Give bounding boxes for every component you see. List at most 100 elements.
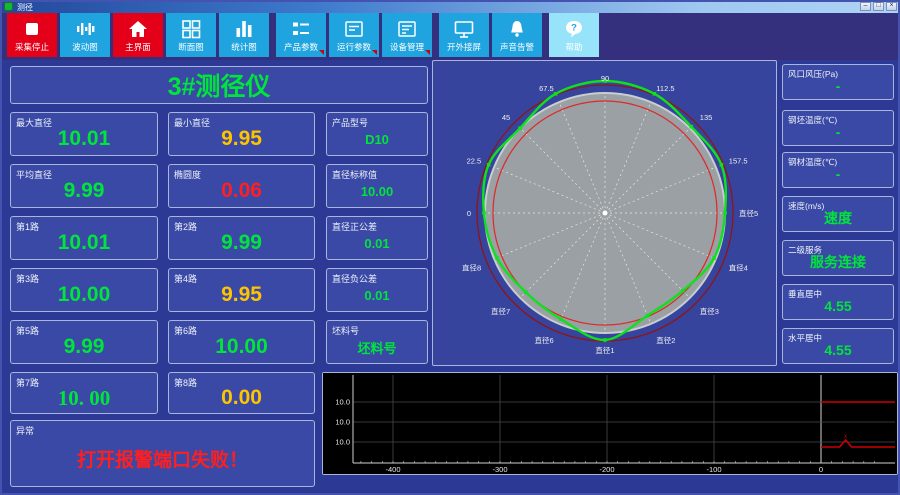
metric-cell-1-6: 第7路 10. 00 (10, 372, 158, 414)
toolbar-button-label: 采集停止 (14, 42, 49, 52)
waveform-icon (60, 17, 110, 41)
polar-angle-label: 直径2 (656, 335, 675, 345)
cross-section-chart-panel: 0 22.5 45 67.5 90 112.5 135 157.5 直径5 直径4 直径3 直径2 直径… (432, 60, 777, 366)
dropdown-caret-icon (319, 50, 324, 55)
polar-angle-label: 22.5 (467, 157, 482, 166)
toolbar-button-screen[interactable]: 开外接屏 (439, 13, 489, 57)
polar-angle-label: 直径7 (491, 306, 510, 316)
metric-value: 坯料号 (357, 340, 397, 356)
toolbar-button-stop[interactable]: 采集停止 (7, 13, 57, 57)
trend-spike-marker: x (844, 434, 847, 440)
trend-chart-panel: 10.0 10.0 10.0 -400 -300 -200 -100 0 x (322, 372, 898, 475)
metric-value: 0.01 (364, 235, 390, 251)
metric-value: 10.00 (360, 183, 394, 199)
metric-value: 9.99 (63, 179, 105, 202)
metric-cell-2-1: 最小直径 9.95 (168, 112, 315, 156)
polar-angle-label: 直径6 (535, 335, 554, 345)
svg-text:?: ? (571, 23, 577, 34)
polar-angle-label: 直径1 (595, 345, 614, 355)
metric-value: 10.01 (57, 231, 111, 254)
metric-cell-1-2: 平均直径 9.99 (10, 164, 158, 208)
polar-angle-label: 0 (467, 209, 471, 218)
cross-section-polar-chart: 0 22.5 45 67.5 90 112.5 135 157.5 直径5 直径4 直径3 直径2 直径… (462, 74, 758, 355)
toolbar-button-wave[interactable]: 波动图 (60, 13, 110, 57)
polar-angle-label: 直径5 (739, 208, 758, 218)
toolbar-button-main[interactable]: 主界面 (113, 13, 163, 57)
metric-cell-1-4: 第3路 10.00 (10, 268, 158, 312)
metric-cell-2-4: 第4路 9.95 (168, 268, 315, 312)
windows-icon (166, 17, 216, 41)
trend-x-label: -200 (599, 465, 614, 474)
list-icon (276, 17, 326, 41)
metric-cell-2-2: 椭圆度 0.06 (168, 164, 315, 208)
metric-value: 10.00 (57, 283, 111, 306)
title-bar[interactable]: 测径 – □ × (0, 0, 900, 13)
status-panel-0: 风口风压(Pa) - (782, 64, 894, 100)
home-icon (113, 17, 163, 41)
polar-angle-label: 112.5 (656, 84, 674, 93)
toolbar-button-device[interactable]: 设备管理 (382, 13, 432, 57)
status-panel-4: 二级服务 服务连接 (782, 240, 894, 276)
metric-value: 0.01 (364, 287, 390, 303)
monitor-icon (439, 17, 489, 41)
status-panel-5: 垂直居中 4.55 (782, 284, 894, 320)
toolbar-button-help[interactable]: ? 帮助 (549, 13, 599, 57)
trend-x-label: -100 (706, 465, 721, 474)
toolbar-button-sound[interactable]: 声音告警 (492, 13, 542, 57)
toolbar-button-label: 声音告警 (499, 42, 534, 52)
metric-cell-1-3: 第1路 10.01 (10, 216, 158, 260)
metric-value: 10.00 (215, 335, 268, 358)
metric-cell-3-2: 直径标称值 10.00 (326, 164, 428, 208)
status-value: - (835, 166, 841, 182)
toolbar: 采集停止 波动图 主界面 断面图 统计图 产品参数 运行参数 设备管理 开外接屏 声音告警? 帮助 (0, 13, 900, 60)
metric-cell-2-5: 第6路 10.00 (168, 320, 315, 364)
polar-angle-label: 直径3 (700, 306, 719, 316)
toolbar-button-label: 主界面 (125, 42, 151, 52)
status-value: 速度 (824, 210, 852, 226)
toolbar-button-label: 开外接屏 (446, 42, 481, 52)
toolbar-button-run[interactable]: 运行参数 (329, 13, 379, 57)
polar-angle-label: 45 (502, 113, 510, 122)
metric-value: 9.99 (63, 335, 105, 358)
barchart-icon (219, 17, 269, 41)
trend-x-label: -400 (385, 465, 400, 474)
trend-x-label: 0 (819, 465, 823, 474)
window-title: 测径 (17, 3, 33, 12)
metric-cell-1-1: 最大直径 10.01 (10, 112, 158, 156)
form-icon (329, 17, 379, 41)
polar-angle-label: 直径8 (462, 262, 481, 272)
polar-angle-label: 直径4 (729, 262, 748, 272)
stop-icon (7, 17, 57, 41)
metric-value: 0.00 (221, 386, 262, 409)
question-icon: ? (549, 17, 599, 41)
toolbar-button-section[interactable]: 断面图 (166, 13, 216, 57)
status-value: - (835, 124, 841, 140)
metric-cell-2-6: 第8路 0.00 (168, 372, 315, 414)
metric-value: D10 (365, 131, 389, 147)
trend-y-label: 10.0 (335, 398, 350, 407)
close-button[interactable]: × (886, 2, 897, 11)
metric-cell-3-4: 直径负公差 0.01 (326, 268, 428, 312)
metric-cell-3-1: 产品型号 D10 (326, 112, 428, 156)
alarm-message: 打开报警端口失败！ (76, 450, 248, 471)
metric-value: 0.06 (221, 179, 262, 202)
trend-chart: 10.0 10.0 10.0 -400 -300 -200 -100 0 x (323, 373, 897, 474)
metric-value: 9.95 (221, 283, 262, 306)
toolbar-button-label: 帮助 (565, 42, 583, 52)
status-value: - (835, 78, 841, 94)
dropdown-caret-icon (372, 50, 377, 55)
toolbar-button-product[interactable]: 产品参数 (276, 13, 326, 57)
dropdown-caret-icon (425, 50, 430, 55)
minimize-button[interactable]: – (860, 2, 871, 11)
trend-y-label: 10.0 (335, 438, 350, 447)
maximize-button[interactable]: □ (873, 2, 884, 11)
status-panel-3: 速度(m/s) 速度 (782, 196, 894, 232)
bell-icon (492, 17, 542, 41)
status-value: 4.55 (824, 298, 852, 314)
metric-cell-1-5: 第5路 9.99 (10, 320, 158, 364)
toolbar-button-stats[interactable]: 统计图 (219, 13, 269, 57)
gauge-title: 3#测径仪 (10, 66, 428, 104)
toolbar-button-label: 断面图 (178, 42, 204, 52)
metric-value: 10.01 (57, 127, 111, 150)
trend-x-label: -300 (492, 465, 507, 474)
